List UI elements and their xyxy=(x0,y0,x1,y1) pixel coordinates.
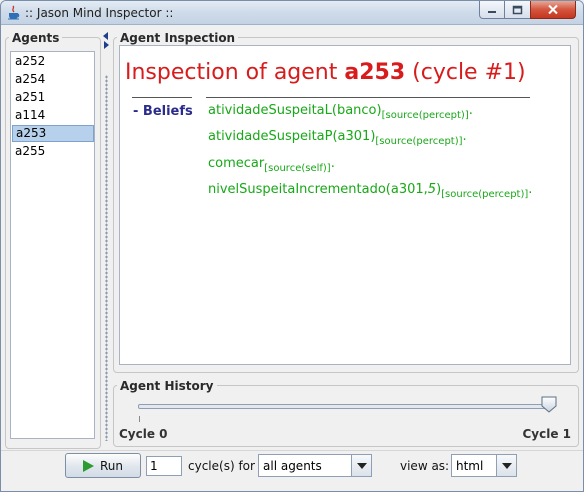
belief-terminator: . xyxy=(468,103,473,118)
belief-item: atividadeSuspeitaP(a301)[source(percept)… xyxy=(208,129,467,147)
belief-terminator: . xyxy=(528,182,533,197)
belief-terminator: . xyxy=(462,129,467,144)
chevron-down-icon xyxy=(501,462,512,469)
belief-literal: atividadeSuspeitaL(banco) xyxy=(208,103,382,118)
agent-history-panel: Agent History Cycle 0 Cycle 1 xyxy=(113,379,579,447)
splitter-grip xyxy=(105,75,108,441)
agent-target-select[interactable]: all agents xyxy=(258,454,372,477)
history-slider-tick xyxy=(139,416,140,422)
heading-agent-name: a253 xyxy=(344,60,406,85)
beliefs-label: - Beliefs xyxy=(133,104,193,119)
close-icon xyxy=(548,4,558,15)
belief-item: nivelSuspeitaIncrementado(a301,5)[source… xyxy=(208,182,532,200)
belief-annotation: [source(percept)] xyxy=(441,189,529,200)
history-legend: Agent History xyxy=(117,379,217,393)
inspection-legend: Agent Inspection xyxy=(117,31,239,45)
heading-suffix: (cycle #1) xyxy=(405,60,526,85)
belief-literal: comecar xyxy=(208,156,265,171)
belief-literal-arg: 5 xyxy=(427,182,437,197)
belief-literal: nivelSuspeitaIncrementado(a301, xyxy=(208,182,428,197)
agent-item-a114[interactable]: a114 xyxy=(12,107,94,124)
maximize-button[interactable] xyxy=(504,1,531,19)
belief-item: atividadeSuspeitaL(banco)[source(percept… xyxy=(208,103,473,121)
agent-inspection-panel: Agent Inspection Inspection of agent a25… xyxy=(113,31,579,373)
agent-item-a254[interactable]: a254 xyxy=(12,71,94,88)
belief-annotation: [source(percept)] xyxy=(375,136,463,147)
history-group-border xyxy=(113,385,579,447)
belief-terminator: . xyxy=(330,156,335,171)
split-pane-divider[interactable] xyxy=(102,29,111,449)
play-icon xyxy=(82,459,94,472)
title-bar[interactable]: :: Jason Mind Inspector :: xyxy=(1,1,583,25)
view-format-dropdown-button[interactable] xyxy=(496,455,516,476)
expand-right-icon[interactable] xyxy=(104,41,109,49)
view-as-label: view as: xyxy=(400,459,450,473)
minimize-button[interactable] xyxy=(479,1,505,19)
history-slider-thumb[interactable] xyxy=(541,396,557,413)
view-format-value: html xyxy=(456,459,484,473)
agent-target-dropdown-button[interactable] xyxy=(351,455,371,476)
beliefs-label-rule xyxy=(132,97,192,98)
run-button-label: Run xyxy=(99,458,123,473)
mind-inspector-window: :: Jason Mind Inspector :: Agents a252 a… xyxy=(0,0,584,492)
inspection-content: Inspection of agent a253 (cycle #1) - Be… xyxy=(119,45,571,365)
close-button[interactable] xyxy=(530,1,576,19)
agents-panel: Agents a252 a254 a251 a114 a253 a255 xyxy=(5,31,101,449)
belief-literal: atividadeSuspeitaP(a301) xyxy=(208,129,376,144)
window-title: :: Jason Mind Inspector :: xyxy=(25,6,174,20)
beliefs-content-rule xyxy=(206,97,530,98)
belief-annotation: [source(self)] xyxy=(264,163,331,174)
inspection-heading: Inspection of agent a253 (cycle #1) xyxy=(125,60,526,85)
cycles-input[interactable] xyxy=(146,456,182,476)
belief-annotation: [source(percept)] xyxy=(381,110,469,121)
history-min-label: Cycle 0 xyxy=(119,427,168,441)
cycles-for-label: cycle(s) for xyxy=(188,459,255,473)
view-format-select[interactable]: html xyxy=(451,454,517,477)
heading-prefix: Inspection of agent xyxy=(125,60,345,85)
maximize-icon xyxy=(512,5,523,14)
agent-item-a253[interactable]: a253 xyxy=(12,125,94,142)
agent-target-value: all agents xyxy=(263,459,322,473)
chevron-down-icon xyxy=(356,462,367,469)
belief-item: comecar[source(self)]. xyxy=(208,156,335,174)
minimize-icon xyxy=(488,10,496,13)
agent-item-a252[interactable]: a252 xyxy=(12,53,94,70)
agent-item-a251[interactable]: a251 xyxy=(12,89,94,106)
agent-item-a255[interactable]: a255 xyxy=(12,143,94,160)
java-cup-icon xyxy=(8,5,20,20)
collapse-left-icon[interactable] xyxy=(103,32,108,40)
agent-list[interactable]: a252 a254 a251 a114 a253 a255 xyxy=(10,51,95,439)
agents-legend: Agents xyxy=(9,31,63,45)
history-slider-track[interactable] xyxy=(138,404,552,409)
history-max-label: Cycle 1 xyxy=(522,427,571,441)
control-bar: Run cycle(s) for all agents view as: htm… xyxy=(1,450,583,491)
run-button[interactable]: Run xyxy=(65,453,141,478)
